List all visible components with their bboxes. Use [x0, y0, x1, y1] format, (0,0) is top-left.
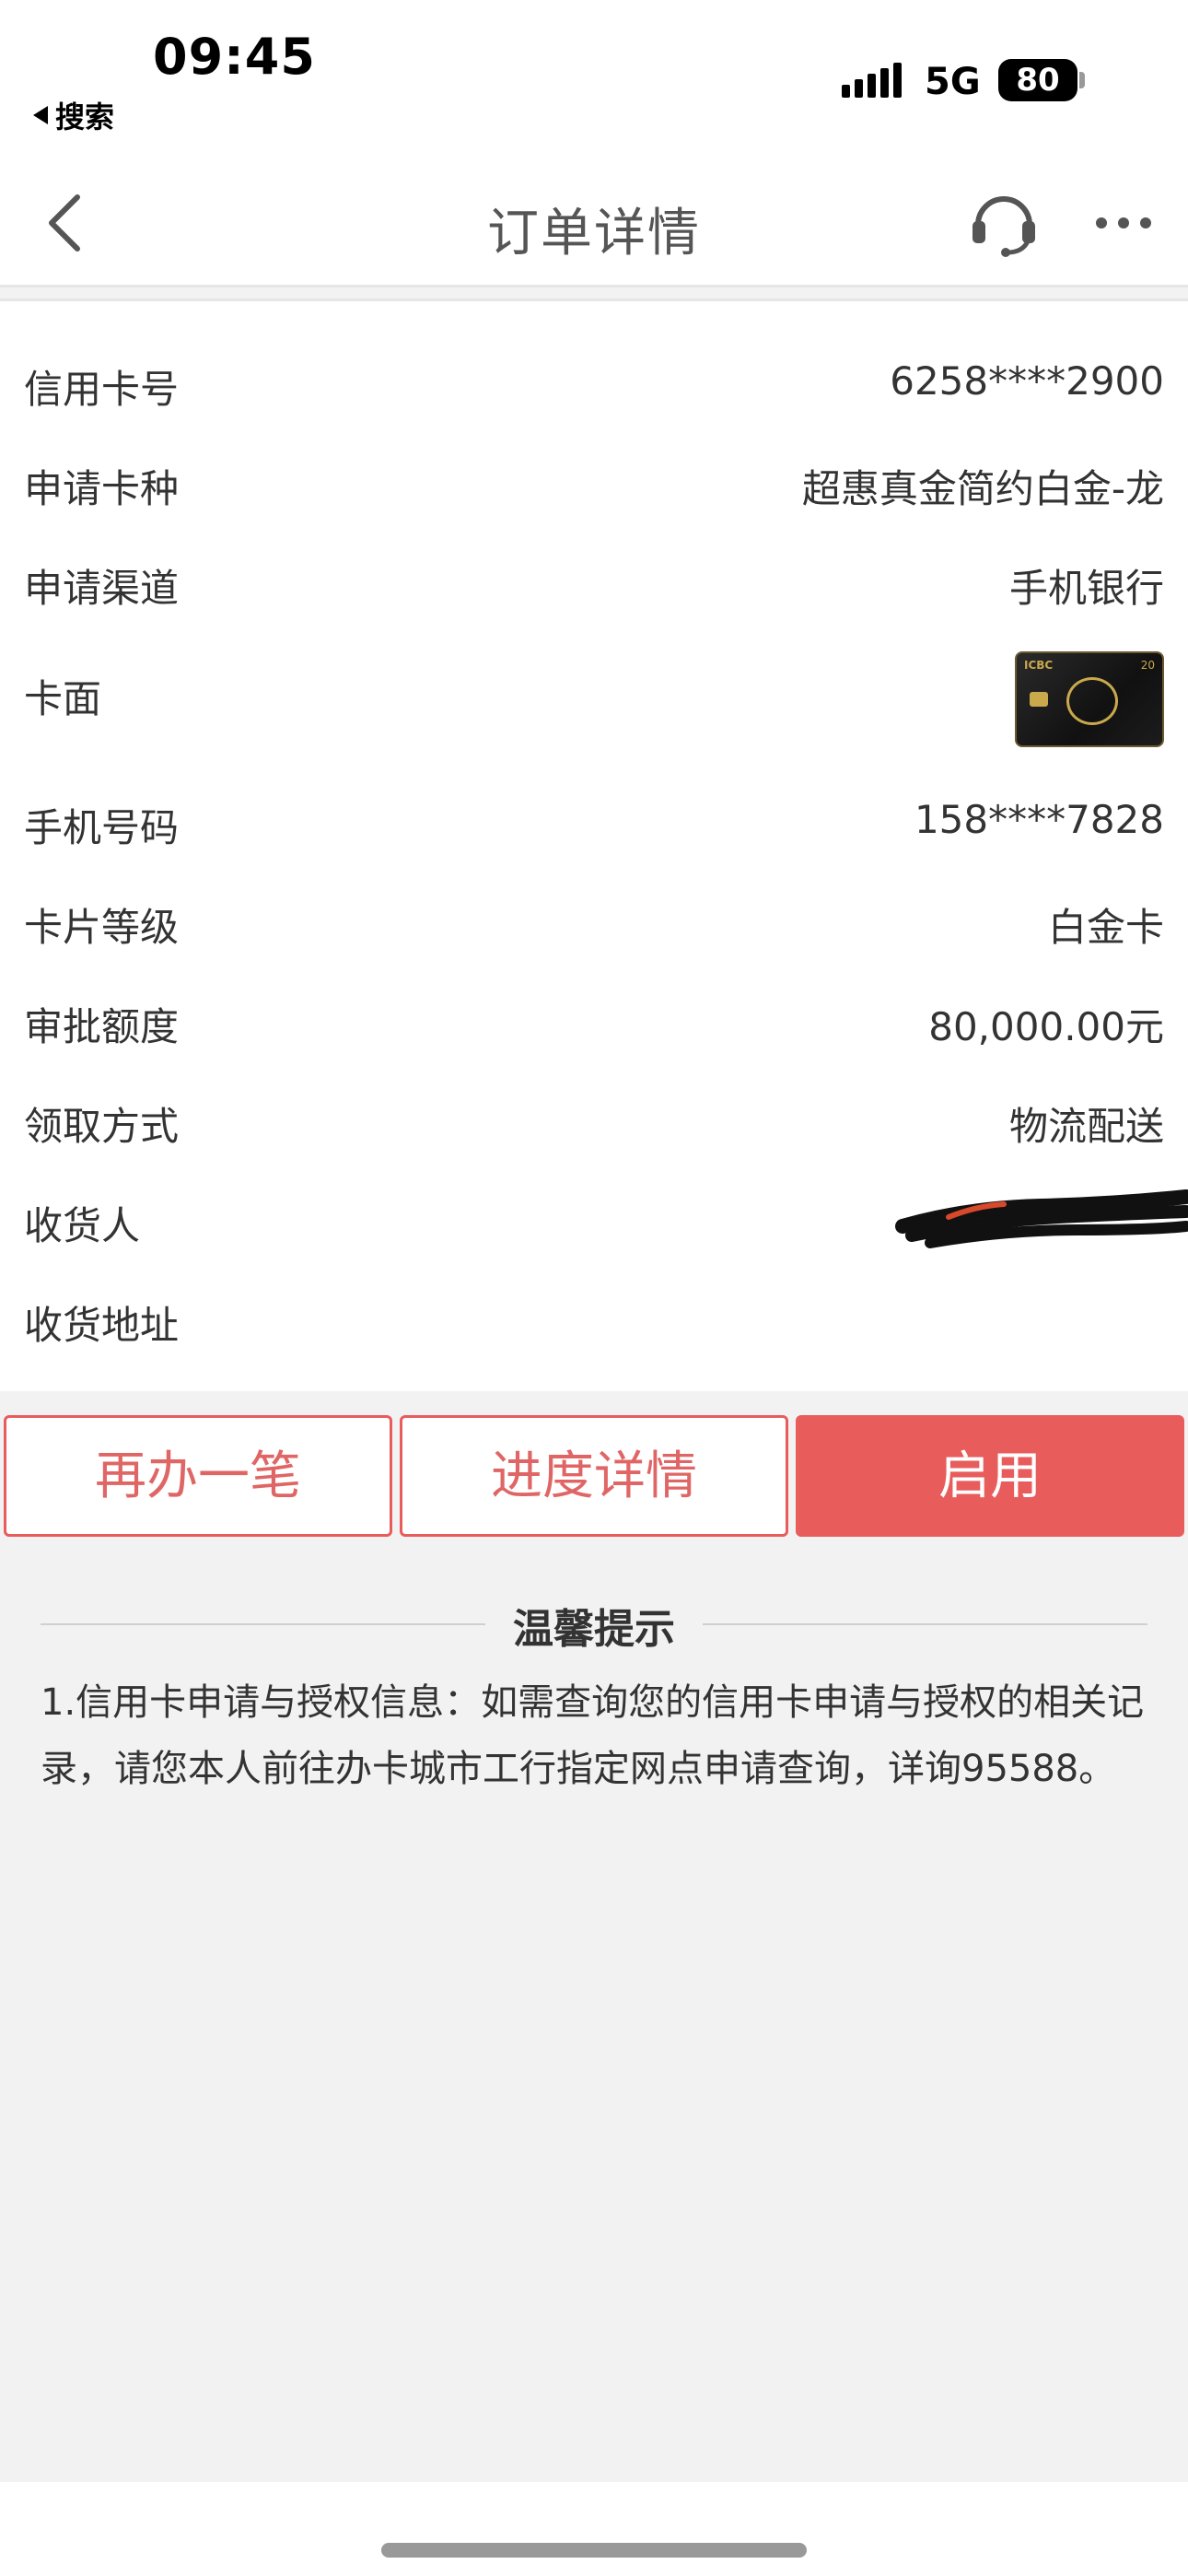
headset-icon: [973, 196, 1035, 257]
detail-row-card-number: 信用卡号 6258****2900: [0, 333, 1188, 432]
tips-title-text: 温馨提示: [485, 1606, 703, 1653]
card-level-label: 卡片等级: [24, 905, 180, 950]
address-label: 收货地址: [24, 1303, 180, 1348]
detail-row-phone: 手机号码 158****7828: [0, 771, 1188, 871]
phone-value: 158****7828: [914, 797, 1164, 842]
battery-icon: 80: [998, 59, 1077, 101]
card-chip: [1030, 692, 1048, 707]
detail-row-delivery-method: 领取方式 物流配送: [0, 1070, 1188, 1169]
channel-value: 手机银行: [1008, 566, 1164, 611]
card-badge: 20: [1140, 659, 1155, 672]
detail-row-card-face: 卡面 ICBC 20: [0, 642, 1188, 756]
card-type-label: 申请卡种: [24, 466, 180, 511]
phone-label: 手机号码: [24, 805, 180, 850]
card-dragon-emblem: [1066, 677, 1118, 725]
activate-button[interactable]: 启用: [796, 1415, 1184, 1537]
reapply-button[interactable]: 再办一笔: [4, 1415, 392, 1537]
detail-row-card-level: 卡片等级 白金卡: [0, 871, 1188, 970]
home-indicator[interactable]: [381, 2543, 807, 2558]
home-area: [0, 2482, 1188, 2576]
delivery-method-value: 物流配送: [1008, 1104, 1164, 1149]
network-type: 5G: [925, 61, 981, 103]
more-dot: [1118, 217, 1129, 228]
nav-bar: 订单详情: [0, 157, 1188, 287]
status-time: 09:45: [153, 28, 316, 86]
card-level-value: 白金卡: [1047, 905, 1164, 950]
credit-limit-label: 审批额度: [24, 1004, 180, 1049]
card-brand-logo: ICBC: [1024, 659, 1054, 672]
detail-row-address: 收货地址: [0, 1269, 1188, 1368]
redaction-scribble: [895, 1189, 1188, 1248]
delivery-method-label: 领取方式: [24, 1104, 180, 1149]
channel-label: 申请渠道: [24, 566, 180, 611]
detail-row-card-type: 申请卡种 超惠真金简约白金-龙: [0, 432, 1188, 532]
tips-title: 温馨提示: [0, 1596, 1188, 1655]
card-face-image[interactable]: ICBC 20: [1015, 651, 1164, 747]
credit-limit-value: 80,000.00元: [928, 1004, 1164, 1049]
customer-service-button[interactable]: [967, 184, 1041, 258]
card-type-value: 超惠真金简约白金-龙: [801, 466, 1164, 511]
card-number-value: 6258****2900: [890, 358, 1164, 404]
detail-row-channel: 申请渠道 手机银行: [0, 532, 1188, 631]
back-to-app-link[interactable]: 搜索: [33, 94, 114, 136]
order-detail-list: 信用卡号 6258****2900 申请卡种 超惠真金简约白金-龙 申请渠道 手…: [0, 299, 1188, 1391]
progress-detail-button[interactable]: 进度详情: [400, 1415, 788, 1537]
battery-tip: [1079, 72, 1085, 88]
recipient-label: 收货人: [24, 1203, 141, 1248]
more-dots-icon: [1096, 217, 1107, 228]
card-face-label: 卡面: [24, 676, 102, 721]
detail-row-recipient: 收货人: [0, 1169, 1188, 1269]
back-to-app-label: 搜索: [55, 100, 115, 135]
more-button[interactable]: [1096, 217, 1151, 228]
detail-row-credit-limit: 审批额度 80,000.00元: [0, 970, 1188, 1070]
tips-body: 1.信用卡申请与授权信息：如需查询您的信用卡申请与授权的相关记录，请您本人前往办…: [41, 1681, 1145, 1790]
back-triangle-icon: [33, 106, 48, 124]
more-dot: [1140, 217, 1151, 228]
signal-icon: [842, 61, 902, 98]
card-number-label: 信用卡号: [24, 367, 180, 412]
status-bar: 09:45 搜索 5G 80: [0, 0, 1188, 157]
